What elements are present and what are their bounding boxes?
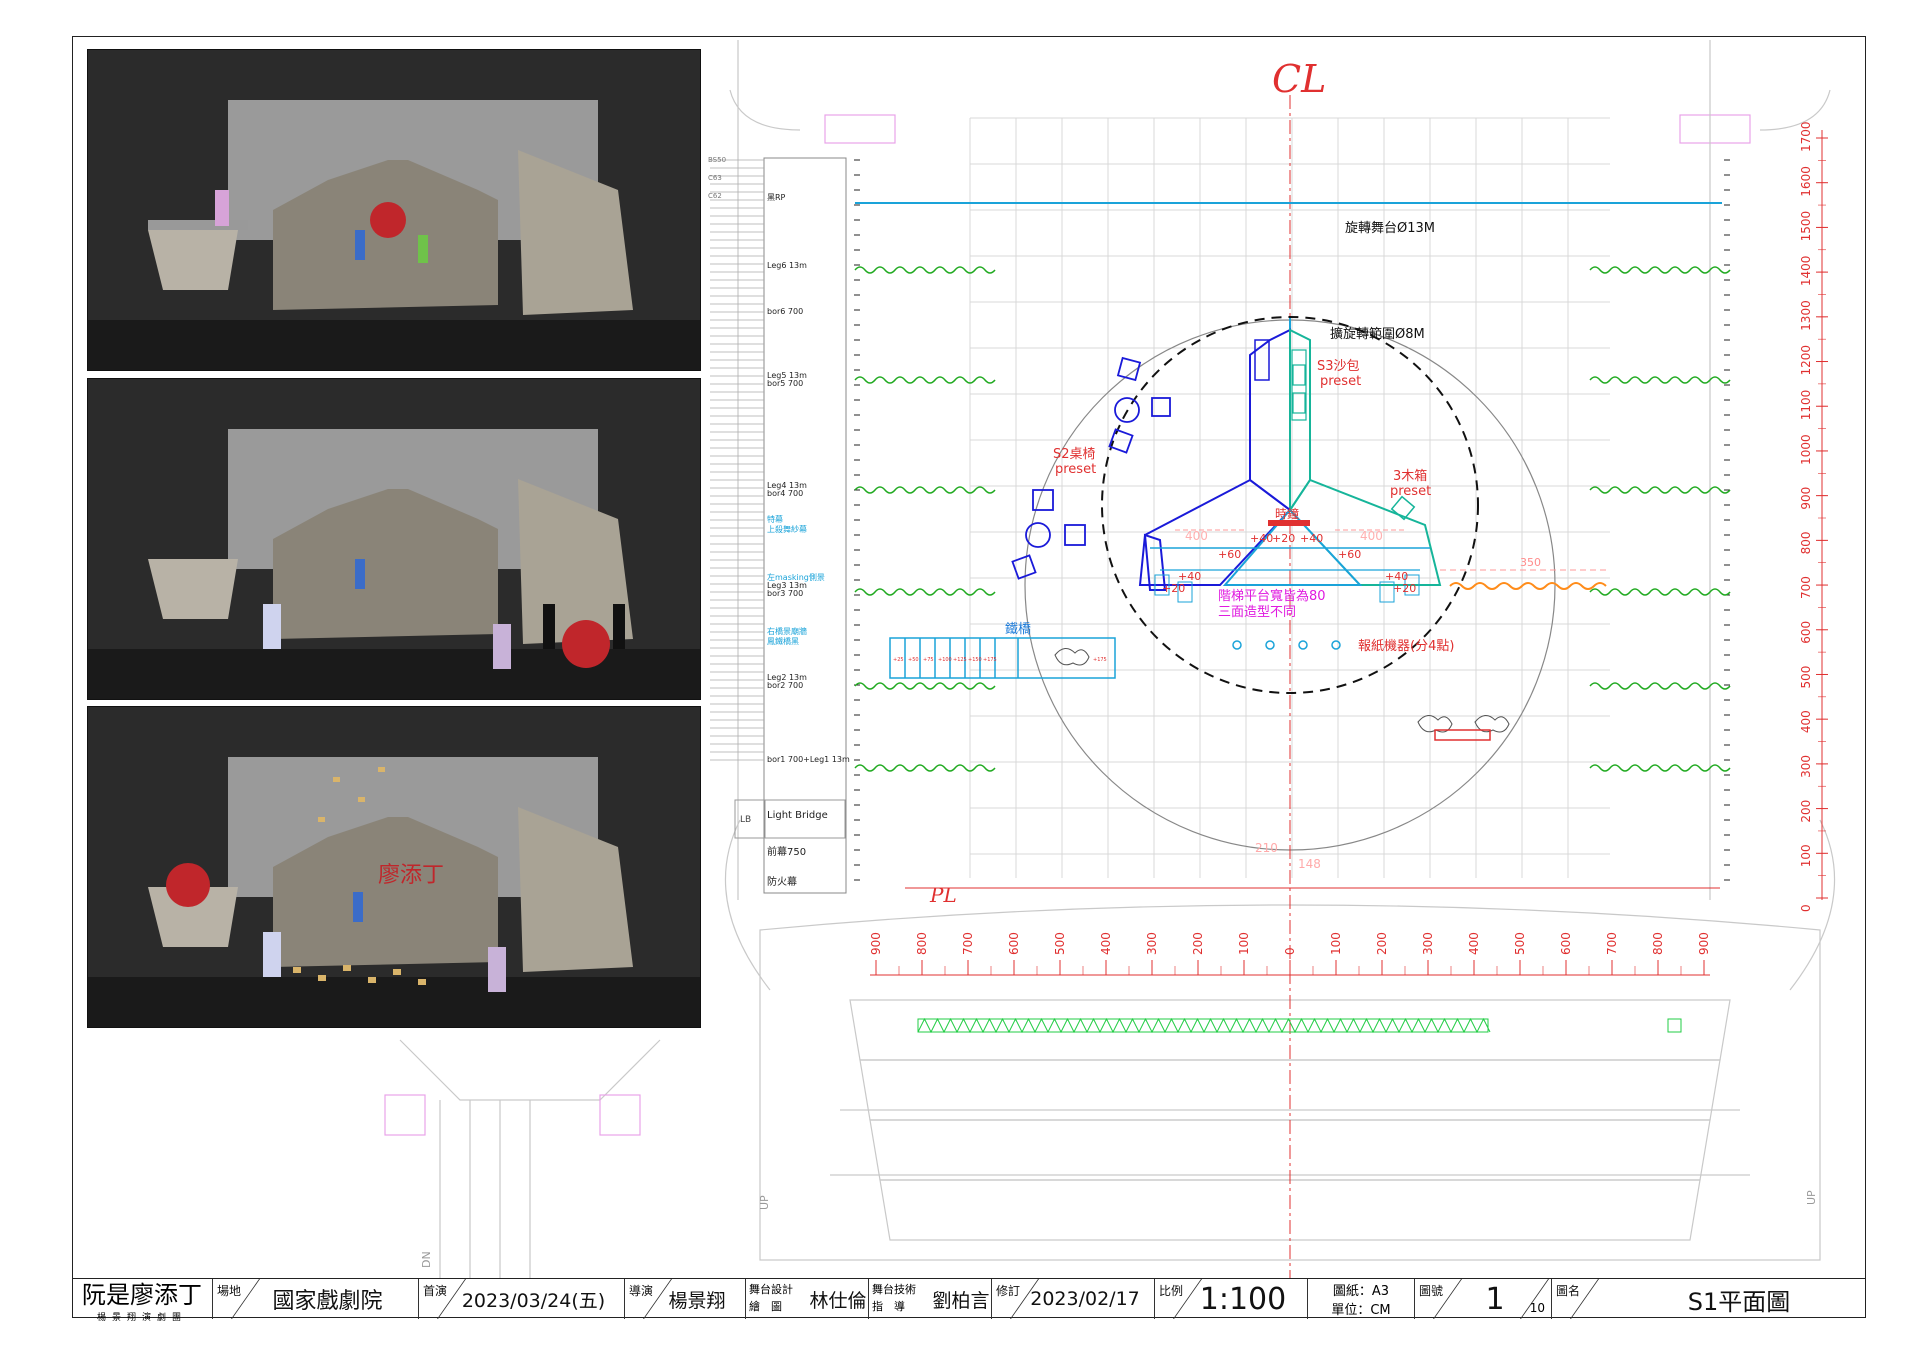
tb-paper: 圖紙：A3 單位：CM	[1308, 1279, 1415, 1319]
render-3-image: 廖添丁	[88, 707, 700, 1027]
venue-label: 場地	[217, 1284, 242, 1298]
title-block: 阮是廖添丁 楊景翔演劇團 場地 國家戲劇院 首演 2023/03/24(五) 導…	[72, 1278, 1866, 1323]
tb-scale: 比例 1:100	[1155, 1279, 1308, 1319]
render-scene-2	[87, 378, 701, 700]
tb-designer: 舞台設計 繪 圖 林仕倫	[746, 1279, 869, 1319]
scale-label: 比例	[1159, 1284, 1184, 1298]
revision-value: 2023/02/17	[1030, 1288, 1140, 1310]
render-3-title-text: 廖添丁	[378, 863, 444, 888]
designer-label-1: 舞台設計	[749, 1283, 793, 1296]
drawing-name: S1平面圖	[1687, 1287, 1791, 1316]
premiere-value: 2023/03/24(五)	[461, 1289, 606, 1312]
show-title: 阮是廖添丁	[82, 1281, 202, 1309]
paper-size: 圖紙：A3	[1332, 1284, 1390, 1299]
tb-tech: 舞台技術 指 導 劉柏言	[869, 1279, 992, 1319]
tb-drawing-name: 圖名 S1平面圖	[1552, 1279, 1866, 1319]
tech-label-1: 舞台技術	[872, 1283, 916, 1296]
scale-value: 1:100	[1199, 1281, 1287, 1317]
tb-revision: 修訂 2023/02/17	[992, 1279, 1155, 1319]
sheet-no-label: 圖號	[1419, 1284, 1444, 1298]
unit: 單位：CM	[1331, 1303, 1391, 1318]
venue-value: 國家戲劇院	[272, 1289, 383, 1314]
render-2-image	[88, 379, 700, 699]
revision-label: 修訂	[996, 1284, 1021, 1298]
tb-premiere: 首演 2023/03/24(五)	[419, 1279, 625, 1319]
tb-sheet-no: 圖號 1 10	[1415, 1279, 1552, 1319]
render-scene-3: 廖添丁	[87, 706, 701, 1028]
premiere-label: 首演	[423, 1284, 448, 1298]
sheet-no: 1	[1485, 1281, 1505, 1317]
director-label: 導演	[629, 1284, 654, 1298]
drawing-name-label: 圖名	[1556, 1284, 1581, 1298]
designer-label-2: 繪 圖	[749, 1300, 782, 1313]
tech-label-2: 指 導	[872, 1300, 905, 1313]
tb-show: 阮是廖添丁 楊景翔演劇團	[72, 1279, 213, 1323]
company-name: 楊景翔演劇團	[96, 1313, 187, 1323]
tb-director: 導演 楊景翔	[625, 1279, 746, 1319]
render-scene-1	[87, 49, 701, 371]
tb-venue: 場地 國家戲劇院	[213, 1279, 419, 1319]
sheet-total: 10	[1529, 1301, 1545, 1315]
render-1-image	[88, 50, 700, 370]
